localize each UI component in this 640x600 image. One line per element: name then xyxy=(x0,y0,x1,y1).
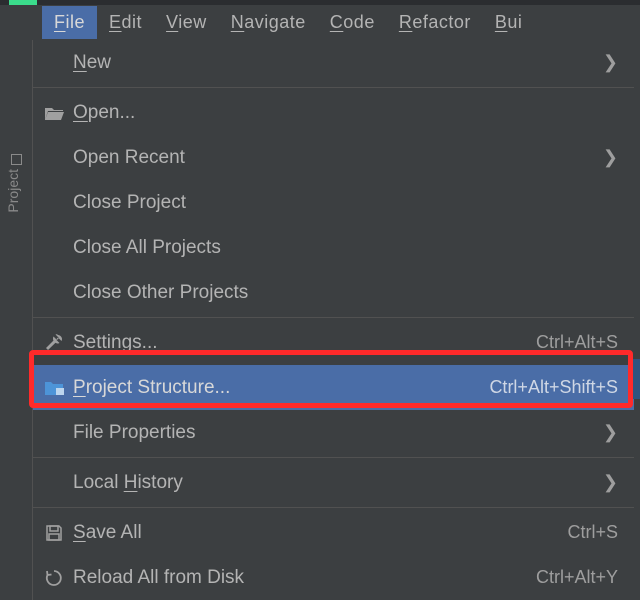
menu-item-label: Close Project xyxy=(73,192,618,214)
menubar-build[interactable]: Bui xyxy=(483,6,535,39)
menu-item-settings[interactable]: Settings... Ctrl+Alt+S xyxy=(33,320,634,365)
menubar-code[interactable]: Code xyxy=(318,6,387,39)
chevron-right-icon: ❯ xyxy=(603,472,618,493)
menu-item-open-recent[interactable]: Open Recent ❯ xyxy=(33,135,634,180)
menu-separator xyxy=(33,87,634,88)
menu-item-project-structure[interactable]: Project Structure... Ctrl+Alt+Shift+S xyxy=(33,365,634,410)
menu-item-shortcut: Ctrl+Alt+Y xyxy=(536,567,618,588)
menu-item-new[interactable]: New ❯ xyxy=(33,40,634,85)
menu-item-shortcut: Ctrl+Alt+Shift+S xyxy=(489,377,618,398)
menu-item-shortcut: Ctrl+Alt+S xyxy=(536,332,618,353)
chevron-right-icon: ❯ xyxy=(603,422,618,443)
menu-item-reload-all[interactable]: Reload All from Disk Ctrl+Alt+Y xyxy=(33,555,634,600)
menubar-refactor[interactable]: Refactor xyxy=(387,6,483,39)
selection-overflow xyxy=(632,359,640,399)
folder-open-icon xyxy=(45,105,73,121)
menu-item-label: New xyxy=(73,52,595,74)
menu-separator xyxy=(33,507,634,508)
menu-item-shortcut: Ctrl+S xyxy=(567,522,618,543)
wrench-icon xyxy=(45,334,73,352)
menubar-edit[interactable]: Edit xyxy=(97,6,154,39)
menu-item-label: Close All Projects xyxy=(73,237,618,259)
menu-item-open[interactable]: Open... xyxy=(33,90,634,135)
menu-item-save-all[interactable]: Save All Ctrl+S xyxy=(33,510,634,555)
project-tool-label[interactable]: Project xyxy=(5,169,21,213)
menu-item-close-other-projects[interactable]: Close Other Projects xyxy=(33,270,634,315)
chevron-right-icon: ❯ xyxy=(603,52,618,73)
menu-item-label: Close Other Projects xyxy=(73,282,618,304)
menu-item-close-all-projects[interactable]: Close All Projects xyxy=(33,225,634,270)
file-menu-dropdown: New ❯ Open... Open Recent ❯ Close Projec… xyxy=(32,40,634,600)
project-structure-icon xyxy=(45,380,73,396)
menu-separator xyxy=(33,317,634,318)
menubar-file[interactable]: File xyxy=(42,6,97,39)
chevron-right-icon: ❯ xyxy=(603,147,618,168)
menu-item-label: Settings... xyxy=(73,332,536,354)
menu-item-label: File Properties xyxy=(73,422,595,444)
tool-window-icon xyxy=(11,154,22,165)
menubar-view[interactable]: View xyxy=(154,6,219,39)
menubar: File Edit View Navigate Code Refactor Bu… xyxy=(0,5,640,39)
save-icon xyxy=(45,524,73,542)
menu-item-label: Open Recent xyxy=(73,147,595,169)
reload-icon xyxy=(45,569,73,587)
menu-item-local-history[interactable]: Local History ❯ xyxy=(33,460,634,505)
menubar-navigate[interactable]: Navigate xyxy=(219,6,318,39)
menu-item-file-properties[interactable]: File Properties ❯ xyxy=(33,410,634,455)
active-tab-indicator xyxy=(9,0,37,5)
menu-item-label: Project Structure... xyxy=(73,377,489,399)
menu-item-label: Reload All from Disk xyxy=(73,567,536,589)
menu-item-label: Open... xyxy=(73,102,618,124)
left-tool-strip: Project xyxy=(0,39,32,579)
menu-item-label: Local History xyxy=(73,472,595,494)
menu-item-label: Save All xyxy=(73,522,567,544)
menu-item-close-project[interactable]: Close Project xyxy=(33,180,634,225)
menu-separator xyxy=(33,457,634,458)
